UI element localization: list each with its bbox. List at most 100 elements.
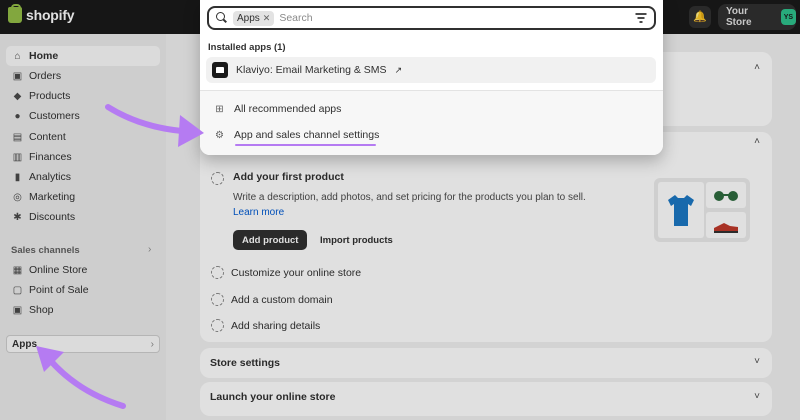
import-products-button[interactable]: Import products: [320, 230, 393, 250]
sidebar-item-orders[interactable]: ▣ Orders: [6, 66, 160, 86]
target-icon: ◎: [13, 191, 22, 203]
shoe-tile: [706, 212, 746, 238]
pos-icon: ▢: [12, 284, 23, 296]
tag-icon: ◆: [13, 90, 22, 102]
external-link-icon: ↗: [394, 64, 403, 75]
content-icon: ▤: [12, 131, 23, 143]
logo-text: shopify: [26, 7, 75, 23]
search-popover: Apps ✕ Installed apps (1) Klaviyo: Email…: [200, 0, 663, 155]
step-customize-store[interactable]: Customize your online store: [211, 266, 361, 279]
store-name: Your Store: [726, 6, 752, 28]
step-status-circle[interactable]: [211, 172, 224, 185]
installed-apps-label: Installed apps (1): [208, 42, 286, 53]
chevron-up-icon[interactable]: ˄: [754, 136, 760, 147]
add-product-button[interactable]: Add product: [233, 230, 308, 250]
sidebar-item-finances[interactable]: ▥ Finances: [6, 147, 160, 167]
sidebar-item-label: Online Store: [29, 264, 88, 276]
tshirt-tile: [658, 182, 704, 238]
step-label: Add sharing details: [231, 319, 321, 332]
bank-icon: ▥: [12, 151, 23, 163]
step-label: Customize your online store: [231, 266, 362, 279]
step-add-product[interactable]: [211, 172, 224, 185]
step-description: Write a description, add photos, and set…: [233, 190, 593, 220]
close-icon[interactable]: ✕: [263, 13, 271, 24]
orders-icon: ▣: [12, 70, 23, 82]
chevron-down-icon: ˅: [754, 356, 760, 367]
sidebar-item-shop[interactable]: ▣ Shop: [6, 300, 160, 320]
sidebar-item-apps[interactable]: Apps ›: [7, 336, 159, 352]
person-icon: ●: [14, 110, 21, 122]
chip-label: Apps: [237, 12, 260, 24]
link-label: App and sales channel settings: [234, 129, 380, 141]
sidebar-item-analytics[interactable]: ▮ Analytics: [6, 167, 160, 187]
sidebar-item-marketing[interactable]: ◎ Marketing: [6, 187, 160, 207]
sidebar-item-content[interactable]: ▤ Content: [6, 127, 160, 147]
chevron-right-icon: ›: [150, 338, 154, 350]
chevron-up-icon[interactable]: ˄: [754, 62, 760, 73]
step-sharing-details[interactable]: Add sharing details: [211, 319, 320, 332]
sidebar-item-label: Shop: [29, 304, 54, 316]
step-custom-domain[interactable]: Add a custom domain: [211, 293, 333, 306]
step-title: Add your first product: [233, 171, 344, 183]
step-status-circle[interactable]: [211, 293, 224, 306]
sidebar-item-label: Content: [29, 131, 66, 143]
sidebar-item-label: Products: [29, 90, 71, 102]
sidebar-item-label: Analytics: [29, 171, 72, 183]
sunglasses-icon: [714, 191, 738, 201]
product-illustration: [654, 178, 750, 242]
sidebar: ⌂ Home ▣ Orders ◆ Products ● Customers ▤…: [0, 34, 166, 420]
tshirt-icon: [668, 195, 694, 226]
sidebar-item-home[interactable]: ⌂ Home: [6, 46, 160, 66]
store-settings-label: Store settings: [210, 357, 281, 369]
chevron-right-icon[interactable]: ›: [148, 244, 151, 255]
store-settings-card[interactable]: ˅: [200, 348, 772, 378]
sidebar-item-point-of-sale[interactable]: ▢ Point of Sale: [6, 280, 160, 300]
filter-icon[interactable]: [635, 13, 646, 23]
filter-chip-apps[interactable]: Apps ✕: [233, 10, 275, 26]
sidebar-item-label: Point of Sale: [29, 284, 89, 296]
shopify-logo[interactable]: shopify: [8, 4, 75, 23]
klaviyo-logo-icon: [212, 62, 228, 78]
store-menu-button[interactable]: Your Store YS: [718, 4, 796, 30]
sidebar-item-label: Apps: [12, 338, 37, 350]
search-bar[interactable]: Apps ✕: [207, 6, 656, 30]
all-recommended-apps-link[interactable]: ⊞ All recommended apps: [214, 103, 341, 115]
link-label: All recommended apps: [234, 103, 342, 115]
sidebar-item-label: Marketing: [29, 191, 76, 203]
sunglasses-tile: [706, 182, 746, 208]
shop-icon: ▣: [12, 304, 23, 316]
sidebar-item-label: Customers: [29, 110, 80, 122]
store-icon: ▦: [12, 264, 23, 276]
sidebar-item-customers[interactable]: ● Customers: [6, 106, 160, 126]
step-desc-text: Write a description, add photos, and set…: [233, 192, 586, 203]
step-status-circle[interactable]: [211, 266, 224, 279]
chevron-down-icon: ˅: [754, 391, 760, 402]
launch-store-label: Launch your online store: [210, 391, 336, 403]
sidebar-item-discounts[interactable]: ✱ Discounts: [6, 207, 160, 227]
sidebar-item-label: Orders: [29, 70, 62, 82]
bell-icon[interactable]: 🔔: [689, 6, 711, 28]
app-settings-link[interactable]: ⚙ App and sales channel settings: [214, 129, 379, 141]
chart-icon: ▮: [14, 171, 21, 183]
shopify-bag-icon: [8, 4, 22, 23]
annotation-underline: [235, 144, 376, 146]
search-result-klaviyo[interactable]: Klaviyo: Email Marketing & SMS ↗: [206, 57, 656, 83]
sales-channels-label: Sales channels: [11, 245, 80, 256]
home-icon: ⌂: [14, 50, 21, 62]
sidebar-item-online-store[interactable]: ▦ Online Store: [6, 260, 160, 280]
sidebar-item-products[interactable]: ◆ Products: [6, 86, 160, 106]
step-label: Add a custom domain: [231, 293, 333, 306]
step-status-circle[interactable]: [211, 319, 224, 332]
sidebar-item-label: Home: [29, 50, 59, 62]
gear-icon: ⚙: [215, 129, 224, 141]
sidebar-item-label: Finances: [29, 151, 72, 163]
result-label: Klaviyo: Email Marketing & SMS: [236, 64, 387, 76]
shoe-icon: [714, 223, 738, 233]
learn-more-link[interactable]: Learn more: [233, 207, 284, 218]
apps-grid-icon: ⊞: [215, 103, 224, 115]
sidebar-item-label: Discounts: [29, 211, 76, 223]
search-icon: [216, 12, 228, 24]
avatar: YS: [780, 9, 796, 25]
discount-icon: ✱: [13, 211, 22, 223]
search-input[interactable]: [279, 12, 620, 24]
